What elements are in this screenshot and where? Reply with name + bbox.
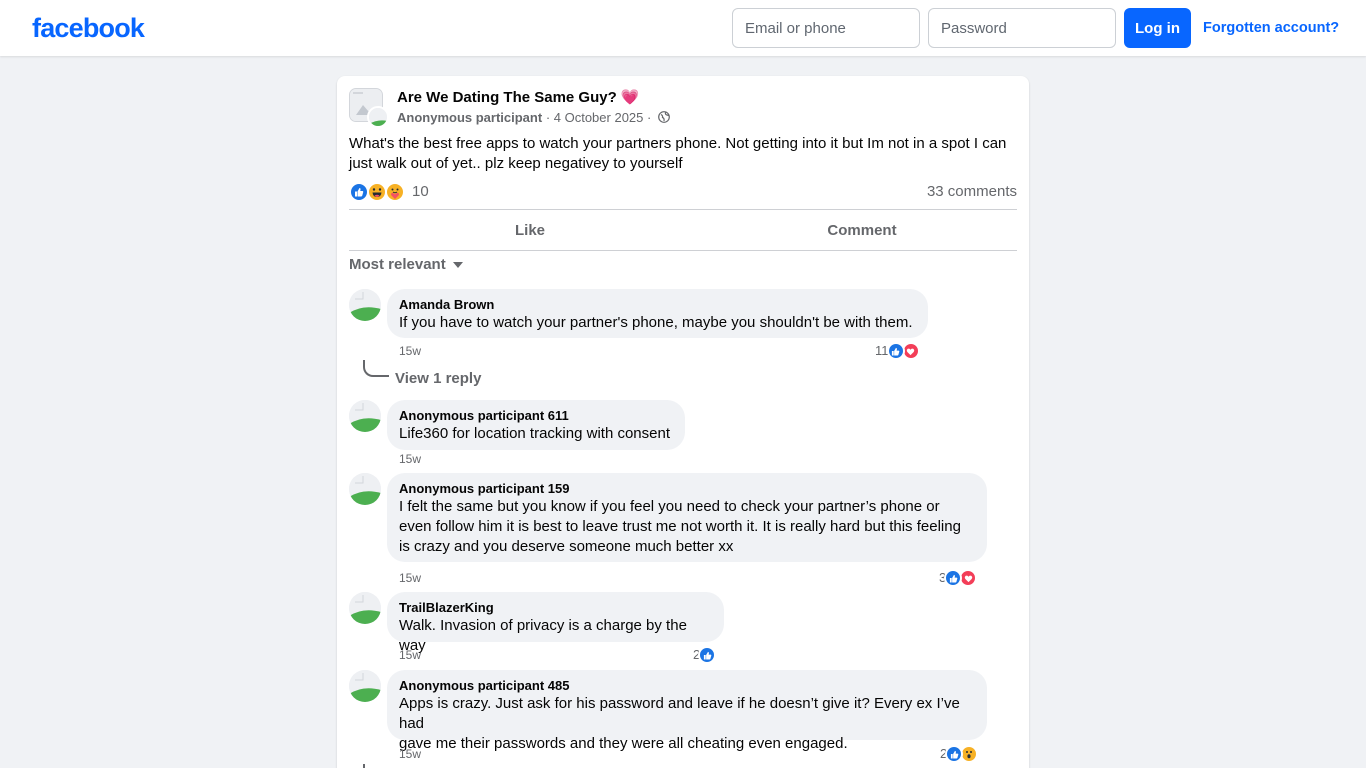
meta-separator: · <box>545 110 554 125</box>
comment-time[interactable]: 15w <box>399 571 421 585</box>
top-bar: facebook Log in Forgotten account? <box>0 0 1366 56</box>
care-icon <box>385 182 405 202</box>
commenter-name[interactable]: Anonymous participant 159 <box>399 481 975 497</box>
reply-thread-line <box>363 764 365 768</box>
group-avatar[interactable] <box>349 88 389 128</box>
comment-text-line: even follow him it is best to leave trus… <box>399 518 961 535</box>
comment-bubble[interactable]: Anonymous participant 485 Apps is crazy.… <box>387 670 987 752</box>
commenter-name[interactable]: Amanda Brown <box>399 297 916 313</box>
avatar[interactable] <box>349 670 381 702</box>
reply-thread-line <box>363 360 389 377</box>
email-input[interactable] <box>732 8 920 48</box>
post-meta: Anonymous participant · 4 October 2025 · <box>397 110 670 126</box>
post-author[interactable]: Anonymous participant <box>397 110 542 125</box>
like-icon <box>886 342 905 360</box>
meta-separator: · <box>647 110 652 125</box>
facebook-logo[interactable]: facebook <box>32 12 145 44</box>
avatar[interactable] <box>349 592 381 624</box>
comment-button[interactable]: Comment <box>695 210 1029 250</box>
comment-text: If you have to watch your partner's phon… <box>399 314 913 331</box>
comment-bubble[interactable]: Amanda Brown If you have to watch your p… <box>387 289 928 338</box>
comment-reactions[interactable]: 3 <box>939 569 978 587</box>
comment-count[interactable]: 33 comments <box>927 183 1017 201</box>
heart-emoji-icon: 💗 <box>620 89 640 106</box>
group-name-label[interactable]: Are We Dating The Same Guy? <box>397 89 617 106</box>
commenter-name[interactable]: Anonymous participant 611 <box>399 408 673 424</box>
haha-icon <box>367 182 387 202</box>
avatar[interactable] <box>349 289 381 321</box>
like-button[interactable]: Like <box>363 210 697 250</box>
sort-dropdown[interactable]: Most relevant <box>349 256 463 274</box>
like-icon <box>349 182 369 202</box>
caret-down-icon <box>452 262 463 268</box>
author-avatar-icon <box>367 106 389 128</box>
commenter-name[interactable]: Anonymous participant 485 <box>399 678 975 694</box>
globe-icon <box>658 111 670 123</box>
reactions-summary[interactable]: 10 33 comments <box>349 182 1017 202</box>
post-text: What's the best free apps to watch your … <box>349 135 1007 172</box>
comment-bubble[interactable]: TrailBlazerKing Walk. Invasion of privac… <box>387 592 724 654</box>
comment-text-line: is crazy and you deserve someone much be… <box>399 538 734 555</box>
comment-time[interactable]: 15w <box>399 747 421 761</box>
comment-text: Walk. Invasion of privacy is a charge by… <box>399 617 687 654</box>
avatar[interactable] <box>349 400 381 432</box>
reaction-count[interactable]: 10 <box>412 183 429 201</box>
comment-reactions[interactable]: 2 <box>693 646 717 664</box>
post-date[interactable]: 4 October 2025 <box>554 110 644 125</box>
group-name[interactable]: Are We Dating The Same Guy? 💗 <box>397 89 639 107</box>
like-icon <box>944 569 963 587</box>
login-button[interactable]: Log in <box>1124 8 1191 48</box>
comment-text: Life360 for location tracking with conse… <box>399 425 670 442</box>
comment-time[interactable]: 15w <box>399 452 421 466</box>
commenter-name[interactable]: TrailBlazerKing <box>399 600 712 616</box>
comment-bubble[interactable]: Anonymous participant 611 Life360 for lo… <box>387 400 685 450</box>
like-icon <box>698 646 717 664</box>
comment-text-line: gave me their passwords and they were al… <box>399 735 848 752</box>
comment-text-line: Apps is crazy. Just ask for his password… <box>399 695 960 732</box>
sort-label: Most relevant <box>349 256 446 273</box>
like-icon <box>945 745 964 763</box>
view-replies-label[interactable]: View 1 reply <box>395 370 481 388</box>
comment-time[interactable]: 15w <box>399 648 421 662</box>
comment-text-line: I felt the same but you know if you feel… <box>399 498 940 515</box>
avatar[interactable] <box>349 473 381 505</box>
comment-bubble[interactable]: Anonymous participant 159 I felt the sam… <box>387 473 987 562</box>
password-input[interactable] <box>928 8 1116 48</box>
comment-reactions[interactable]: 2 <box>940 745 979 763</box>
comment-reactions[interactable]: 11 <box>875 342 920 360</box>
divider <box>349 250 1017 251</box>
post-card: Are We Dating The Same Guy? 💗 Anonymous p… <box>337 76 1029 768</box>
forgotten-account-link[interactable]: Forgotten account? <box>1203 18 1339 38</box>
comment-time[interactable]: 15w <box>399 344 421 358</box>
